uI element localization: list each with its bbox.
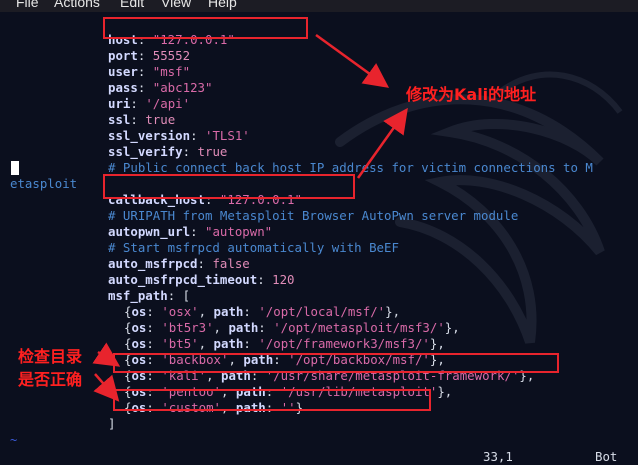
arrow-from-callback xyxy=(356,107,408,179)
annotation-arrows xyxy=(92,33,408,402)
arrow-to-custom xyxy=(93,373,120,402)
arrow-to-note xyxy=(315,33,390,88)
note-check-dir-line1: 检查目录 xyxy=(18,347,83,366)
arrow-to-kali xyxy=(92,342,121,367)
note-check-dir-line2: 是否正确 xyxy=(18,370,83,389)
note-change-to-kali: 修改为Kali的地址 xyxy=(406,85,537,104)
